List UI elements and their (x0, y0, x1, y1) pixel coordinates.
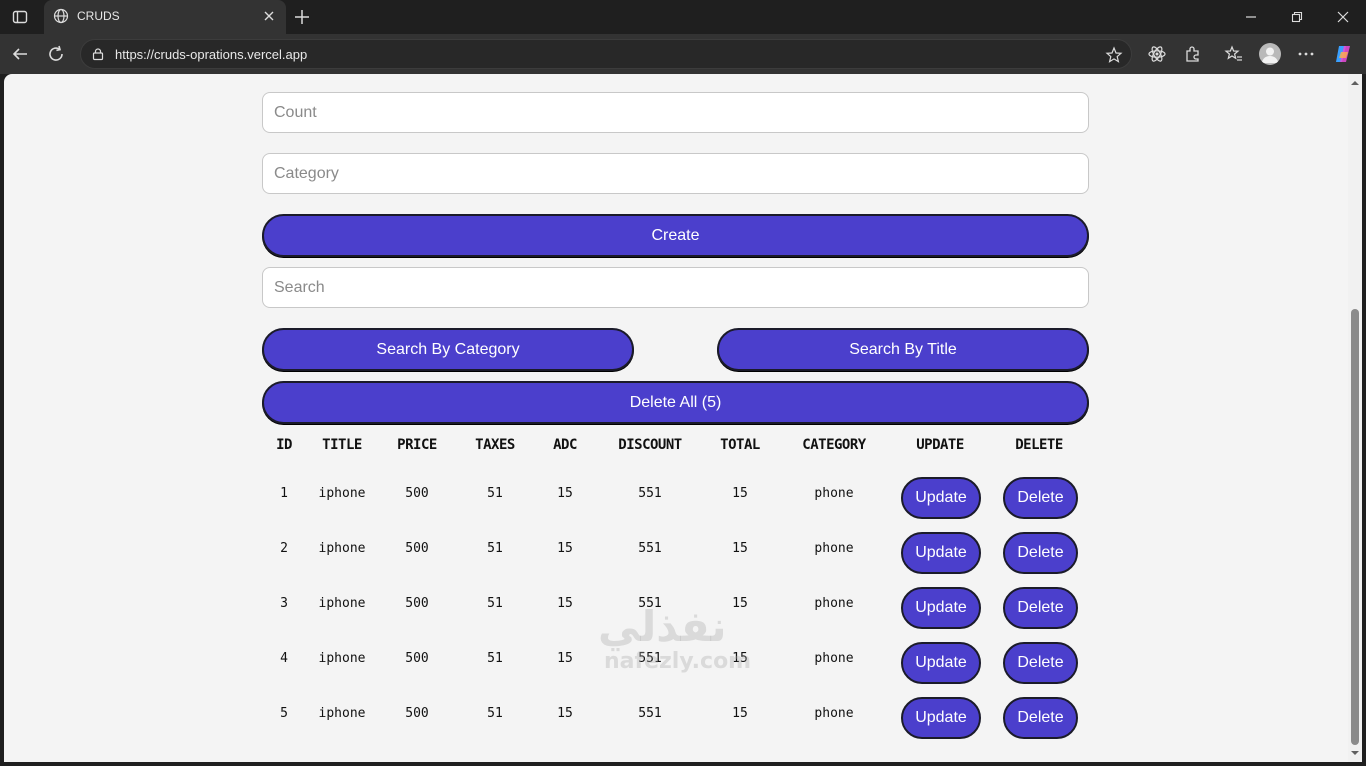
count-placeholder: Count (274, 103, 317, 121)
site-info-icon[interactable] (91, 47, 105, 61)
url-bar[interactable]: https://cruds-oprations.vercel.app (80, 39, 1132, 69)
cell-ads: 15 (557, 596, 573, 611)
new-tab-icon[interactable] (292, 7, 312, 27)
cell-price: 500 (405, 541, 429, 556)
cell-total: 15 (732, 706, 748, 721)
search-placeholder: Search (274, 278, 325, 296)
minimize-icon[interactable] (1244, 10, 1258, 24)
cell-price: 500 (405, 706, 429, 721)
cell-title: iphone (318, 486, 366, 501)
cell-discount: 551 (638, 541, 662, 556)
more-options-icon[interactable] (1296, 44, 1316, 64)
update-button[interactable]: Update (901, 697, 981, 739)
cell-taxes: 51 (487, 706, 503, 721)
search-by-title-button[interactable]: Search By Title (717, 328, 1089, 371)
category-placeholder: Category (274, 164, 339, 182)
cell-id: 3 (280, 596, 288, 611)
update-button[interactable]: Update (901, 642, 981, 684)
favorite-star-icon[interactable] (1105, 46, 1123, 64)
cell-taxes: 51 (487, 596, 503, 611)
cell-id: 1 (280, 486, 288, 501)
create-button[interactable]: Create (262, 214, 1089, 257)
cell-title: iphone (318, 541, 366, 556)
cell-category: phone (814, 651, 854, 666)
count-input[interactable]: Count (262, 92, 1089, 133)
cell-taxes: 51 (487, 541, 503, 556)
delete-button[interactable]: Delete (1003, 697, 1078, 739)
react-devtools-icon[interactable] (1147, 44, 1167, 64)
header-total: TOTAL (720, 437, 760, 453)
cell-category: phone (814, 706, 854, 721)
watermark-latin: nafezly.com (604, 649, 752, 674)
cell-category: phone (814, 596, 854, 611)
cell-ads: 15 (557, 486, 573, 501)
cell-title: iphone (318, 596, 366, 611)
cell-title: iphone (318, 706, 366, 721)
delete-button[interactable]: Delete (1003, 532, 1078, 574)
header-delete: DELETE (1015, 437, 1063, 453)
cell-category: phone (814, 486, 854, 501)
url-text: https://cruds-oprations.vercel.app (115, 47, 308, 62)
address-bar-row: https://cruds-oprations.vercel.app (0, 34, 1366, 74)
cell-category: phone (814, 541, 854, 556)
cell-ads: 15 (557, 706, 573, 721)
back-arrow-icon[interactable] (10, 44, 30, 64)
cell-total: 15 (732, 486, 748, 501)
cell-taxes: 51 (487, 651, 503, 666)
cell-price: 500 (405, 486, 429, 501)
update-button[interactable]: Update (901, 587, 981, 629)
delete-button[interactable]: Delete (1003, 477, 1078, 519)
delete-button[interactable]: Delete (1003, 642, 1078, 684)
tab-actions-icon[interactable] (8, 6, 32, 28)
favorites-icon[interactable] (1224, 44, 1244, 64)
cell-total: 15 (732, 541, 748, 556)
header-price: PRICE (397, 437, 437, 453)
restore-icon[interactable] (1290, 10, 1304, 24)
cell-id: 5 (280, 706, 288, 721)
cell-discount: 551 (638, 486, 662, 501)
refresh-icon[interactable] (46, 44, 66, 64)
browser-tab[interactable]: CRUDS (44, 0, 286, 34)
search-by-category-button[interactable]: Search By Category (262, 328, 634, 371)
header-taxes: TAXES (475, 437, 515, 453)
cell-price: 500 (405, 651, 429, 666)
header-title: TITLE (322, 437, 362, 453)
header-id: ID (276, 437, 292, 453)
delete-all-button[interactable]: Delete All (5) (262, 381, 1089, 424)
watermark: نفذلي nafezly.com (598, 604, 751, 674)
category-input[interactable]: Category (262, 153, 1089, 194)
watermark-arabic: نفذلي (598, 602, 727, 651)
tab-bar: CRUDS (0, 0, 1366, 34)
close-window-icon[interactable] (1336, 10, 1350, 24)
cell-discount: 551 (638, 706, 662, 721)
header-ads: ADC (553, 437, 577, 453)
cell-id: 2 (280, 541, 288, 556)
cell-taxes: 51 (487, 486, 503, 501)
profile-avatar[interactable] (1259, 43, 1281, 65)
update-button[interactable]: Update (901, 477, 981, 519)
header-category: CATEGORY (802, 437, 866, 453)
globe-icon (53, 8, 69, 24)
cell-ads: 15 (557, 651, 573, 666)
page-scrollbar[interactable] (1348, 74, 1362, 762)
scroll-up-icon[interactable] (1350, 78, 1360, 88)
delete-button[interactable]: Delete (1003, 587, 1078, 629)
header-update: UPDATE (916, 437, 964, 453)
scrollbar-thumb[interactable] (1351, 309, 1359, 745)
copilot-icon[interactable] (1333, 44, 1353, 64)
cell-ads: 15 (557, 541, 573, 556)
cell-title: iphone (318, 651, 366, 666)
search-input[interactable]: Search (262, 267, 1089, 308)
tab-title: CRUDS (77, 9, 120, 23)
scroll-down-icon[interactable] (1350, 748, 1360, 758)
extensions-icon[interactable] (1183, 44, 1203, 64)
header-discount: DISCOUNT (618, 437, 682, 453)
update-button[interactable]: Update (901, 532, 981, 574)
close-tab-icon[interactable] (262, 9, 276, 23)
cell-price: 500 (405, 596, 429, 611)
cell-id: 4 (280, 651, 288, 666)
